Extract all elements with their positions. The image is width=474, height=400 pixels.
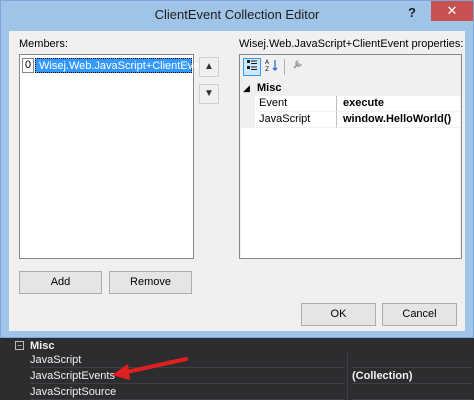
svg-text:A: A <box>265 59 270 66</box>
toolbar-separator <box>284 59 285 75</box>
property-row-javascript[interactable]: JavaScript window.HelloWorld() <box>241 112 460 128</box>
members-label: Members: <box>19 38 68 50</box>
property-value[interactable]: execute <box>337 96 460 112</box>
property-value[interactable] <box>352 352 472 368</box>
property-row-javascriptsource[interactable]: JavaScriptSource <box>0 384 474 400</box>
member-index: 0 <box>22 58 34 73</box>
property-value[interactable]: (Collection) <box>352 368 472 384</box>
property-row-event[interactable]: Event execute <box>241 96 460 112</box>
property-row-javascript[interactable]: JavaScript <box>0 352 474 368</box>
row-gutter <box>241 96 255 112</box>
property-name: JavaScriptSource <box>30 384 345 400</box>
alphabetical-button[interactable]: A Z <box>263 58 281 76</box>
category-misc[interactable]: ◢ Misc <box>241 81 460 96</box>
remove-button[interactable]: Remove <box>109 271 192 294</box>
collapse-icon[interactable]: ◢ <box>243 81 250 96</box>
arrow-down-icon: ▼ <box>204 88 214 99</box>
wrench-icon <box>293 60 302 69</box>
move-up-button[interactable]: ▲ <box>199 57 219 77</box>
annotation-arrow-icon <box>112 357 188 380</box>
column-divider <box>347 352 348 400</box>
row-gutter <box>241 112 255 128</box>
cancel-button[interactable]: Cancel <box>382 303 457 326</box>
categorized-button[interactable] <box>243 58 261 76</box>
background-property-grid: − Misc JavaScript JavaScriptEvents (Coll… <box>0 338 474 400</box>
property-value[interactable]: window.HelloWorld() <box>337 112 460 128</box>
dialog-client-area: Members: 0 Wisej.Web.JavaScript+ClientEv… <box>9 31 465 331</box>
property-grid-toolbar: A Z <box>240 55 461 79</box>
member-name[interactable]: Wisej.Web.JavaScript+ClientEvent <box>35 58 208 73</box>
property-pages-button[interactable] <box>289 58 307 76</box>
property-row-javascriptevents[interactable]: JavaScriptEvents (Collection) <box>0 368 474 384</box>
move-down-button[interactable]: ▼ <box>199 84 219 104</box>
members-list[interactable]: 0 Wisej.Web.JavaScript+ClientEvent <box>19 54 208 259</box>
help-button[interactable]: ? <box>401 4 423 22</box>
ok-button[interactable]: OK <box>301 303 376 326</box>
svg-text:Z: Z <box>265 66 269 72</box>
list-item[interactable]: 0 Wisej.Web.JavaScript+ClientEvent <box>22 58 208 73</box>
add-button[interactable]: Add <box>19 271 102 294</box>
category-label: Misc <box>257 82 282 94</box>
property-name: Event <box>255 96 337 112</box>
property-grid: A Z ◢ Misc Event execute JavaScript wind… <box>239 54 462 259</box>
property-grid-rows: ◢ Misc Event execute JavaScript window.H… <box>241 81 460 258</box>
categorized-icon <box>247 60 257 70</box>
arrow-up-icon: ▲ <box>204 61 214 72</box>
property-name: JavaScript <box>255 112 337 128</box>
collapse-icon[interactable]: − <box>15 341 24 350</box>
property-value[interactable] <box>352 384 472 400</box>
alphabetical-icon: A Z <box>265 59 278 73</box>
close-button[interactable]: ✕ <box>431 1 473 21</box>
title-bar[interactable]: ClientEvent Collection Editor ? ✕ <box>1 1 473 28</box>
properties-label: Wisej.Web.JavaScript+ClientEvent propert… <box>239 38 464 50</box>
collection-editor-dialog: ClientEvent Collection Editor ? ✕ Member… <box>0 0 474 338</box>
